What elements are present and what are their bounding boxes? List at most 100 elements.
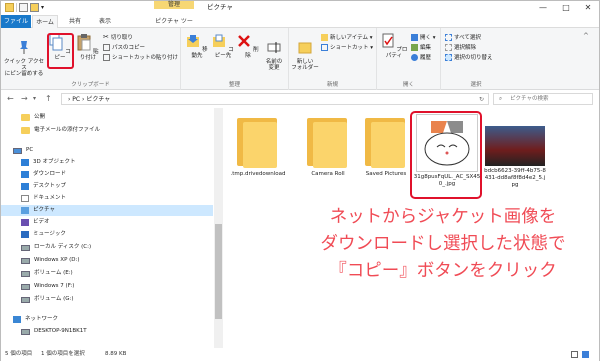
edit-icon [411,43,418,51]
back-arrow-icon[interactable]: ← [7,94,14,103]
details-view-icon[interactable] [571,351,578,358]
file-item-tmp-drivedownload[interactable]: .tmp.drivedownload [229,108,287,178]
tab-home[interactable]: ホーム [32,15,58,28]
nav-label: ダウンロード [33,171,67,177]
address-box[interactable]: › PC › ピクチャ ↻ [61,93,489,105]
context-tab-manage[interactable]: 管理 [154,1,194,9]
copy-path-button[interactable]: パスのコピー [103,43,145,51]
nav-item-desktop[interactable]: デスクトップ [1,181,66,192]
drive-icon [21,270,30,277]
open-group-label: 開く [402,82,414,88]
select-all-icon [445,33,452,41]
car-thumbnail [485,126,545,166]
file-name: Saved Pictures [365,171,407,177]
ribbon: クイック アクセス にピン留めする コピー 貼り付け ✂ 切り取り パスのコピー … [1,28,599,90]
nav-label: ネットワーク [25,316,59,322]
invert-label: 選択の切り替え [454,55,493,61]
nav-item-pictures[interactable]: ピクチャ [1,205,213,216]
folder-icon [365,118,407,168]
close-button[interactable]: ✕ [578,1,598,14]
open-label: 開く ▾ [420,35,436,41]
cut-button[interactable]: ✂ 切り取り [103,33,133,41]
up-arrow-icon[interactable]: ↑ [45,94,52,103]
select-none-button[interactable]: 選択解除 [445,43,476,51]
select-group-label: 選択 [470,82,482,88]
properties-button[interactable]: プロパティ [379,33,409,59]
nav-item-music[interactable]: ミュージック [1,229,66,240]
nav-item-drive-c[interactable]: ローカル ディスク (C:) [1,242,91,253]
selection-count: 1 個の項目を選択 [41,351,85,357]
history-button[interactable]: 履歴 [411,53,431,61]
nav-label: 公開 [34,114,46,120]
open-button[interactable]: 開く ▾ [411,33,436,41]
rename-button[interactable]: 名前の 変更 [261,33,287,71]
document-icon [21,195,29,202]
nav-item-downloads[interactable]: ダウンロード [1,169,66,180]
pin-quick-access-button[interactable]: クイック アクセス にピン留めする [3,33,45,77]
annotation-line-2: ダウンロードし選択した状態で [320,234,566,254]
nav-item-videos[interactable]: ビデオ [1,217,50,228]
paste-shortcut-button[interactable]: ショートカットの貼り付け [103,53,178,61]
tab-view[interactable]: 表示 [93,15,117,28]
tab-picture-tools[interactable]: ピクチャ ツール [154,15,194,38]
nav-item-drive-f[interactable]: Windows 7 (F:) [1,281,74,292]
open-group: プロパティ 開く ▾ 編集 履歴 開く [377,28,441,90]
nav-scrollbar-thumb[interactable] [215,224,222,319]
nav-item-pc[interactable]: PC [1,145,33,156]
file-name: bdcb6623-39ff-4b75-8431-dd8af8f8d4e2_5.j… [484,168,546,188]
address-bar-area: ← → ▾ ↑ › PC › ピクチャ ↻ ⌕ ピクチャの検索 [1,90,599,108]
nav-item-drive-g[interactable]: ボリューム (G:) [1,294,74,305]
pc-icon [13,147,22,154]
invert-selection-button[interactable]: 選択の切り替え [445,53,493,61]
select-all-button[interactable]: すべて選択 [445,33,481,41]
navigation-pane: 公開 電子メールの添付ファイル PC 3D オブジェクト ダウンロード デスクト… [1,108,223,348]
nav-label: ドキュメント [33,195,67,201]
qat-dropdown-icon[interactable]: ▾ [41,4,44,11]
organize-group: 移動先 コピー先 削除 名前の 変更 整理 [181,28,289,90]
nav-item-drive-e[interactable]: ボリューム (E:) [1,268,73,279]
folder-small-icon[interactable] [30,3,39,12]
collapse-ribbon-icon[interactable]: ^ [583,32,589,40]
drive-icon [21,244,30,251]
recent-dropdown-icon[interactable]: ▾ [33,95,36,102]
paste-button[interactable]: 貼り付け [75,33,101,61]
file-item-camera-roll[interactable]: Camera Roll [299,108,357,178]
new-folder-button[interactable]: 新しい フォルダー [291,33,319,71]
tab-file[interactable]: ファイル [1,15,31,28]
edit-button[interactable]: 編集 [411,43,431,51]
tab-share[interactable]: 共有 [63,15,87,28]
nav-item-network[interactable]: ネットワーク [1,314,58,325]
folder-icon [307,118,349,168]
file-item-saved-pictures[interactable]: Saved Pictures [357,108,415,178]
minimize-button[interactable]: — [533,1,553,14]
selection-size: 8.89 KB [105,351,127,357]
copy-to-button[interactable]: コピー先 [211,33,235,59]
new-item-button[interactable]: 新しいアイテム ▾ [321,33,372,41]
nav-item-email-attachments[interactable]: 電子メールの添付ファイル [1,125,100,136]
delete-icon [238,35,251,47]
nav-label: PC [26,147,34,153]
nav-item-3d-objects[interactable]: 3D オブジェクト [1,157,75,168]
edit-label: 編集 [420,45,432,51]
check-icon[interactable] [19,3,28,12]
refresh-icon[interactable]: ↻ [479,94,484,105]
select-all-label: すべて選択 [454,35,481,41]
nav-item-desktop-pc[interactable]: DESKTOP-9N1BK1T [1,327,87,336]
search-placeholder: ピクチャの検索 [510,96,549,102]
nav-item-public[interactable]: 公開 [1,112,45,123]
nav-label: ボリューム (E:) [34,270,73,276]
delete-button[interactable]: 削除 [237,33,259,59]
move-to-button[interactable]: 移動先 [185,33,209,59]
file-name: .tmp.drivedownload [230,171,286,177]
search-input[interactable]: ⌕ ピクチャの検索 [493,93,593,105]
large-icons-view-icon[interactable] [582,351,589,358]
file-item-car-image[interactable]: bdcb6623-39ff-4b75-8431-dd8af8f8d4e2_5.j… [483,108,547,189]
shortcut-button[interactable]: ショートカット ▾ [321,43,373,51]
cut-label: 切り取り [110,35,133,41]
rename-icon [267,42,281,53]
maximize-button[interactable]: □ [556,1,576,14]
nav-item-drive-d[interactable]: Windows XP (D:) [1,255,80,266]
forward-arrow-icon[interactable]: → [21,94,28,103]
folder-icon [21,127,30,134]
nav-item-documents[interactable]: ドキュメント [1,193,66,204]
